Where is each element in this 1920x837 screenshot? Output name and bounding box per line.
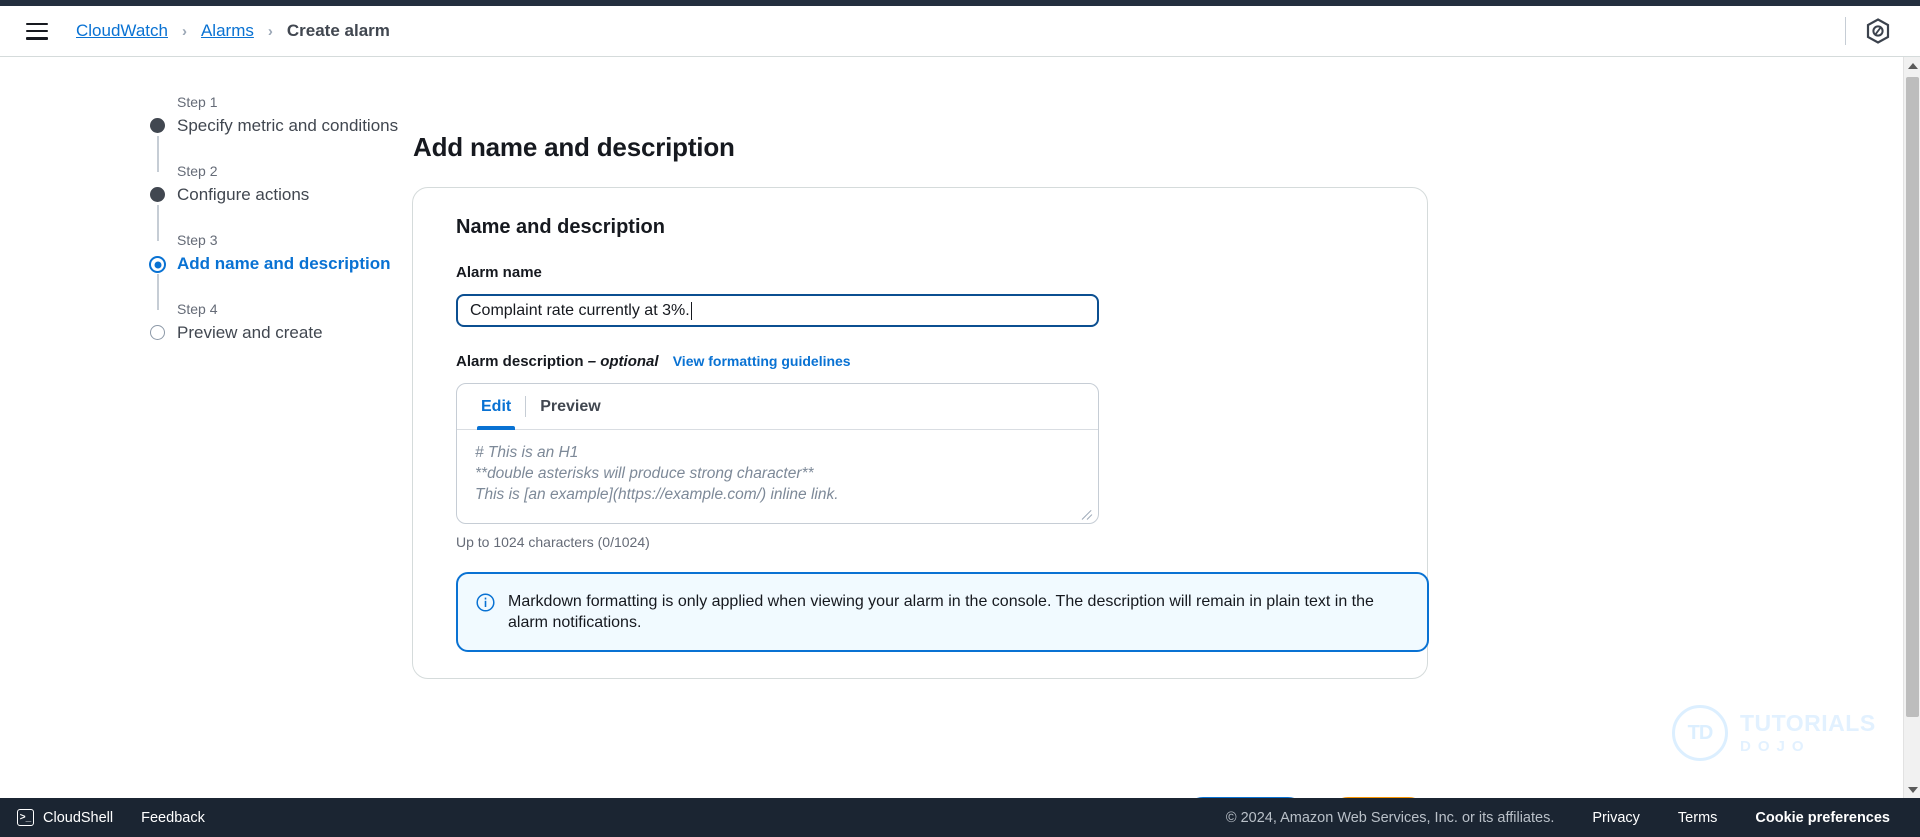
scrollbar-thumb[interactable]: [1906, 77, 1919, 717]
alarm-name-input[interactable]: Complaint rate currently at 3%.: [456, 294, 1099, 327]
step-3-label[interactable]: Add name and description: [177, 251, 410, 276]
vertical-scrollbar[interactable]: [1903, 57, 1920, 798]
alarm-name-field-block: Alarm name Complaint rate currently at 3…: [456, 263, 1405, 327]
character-counter: Up to 1024 characters (0/1024): [456, 534, 650, 550]
text-caret: [690, 301, 693, 320]
aws-console-page: CloudWatch › Alarms › Create alarm Step …: [0, 0, 1920, 837]
step-navigation: Step 1 Specify metric and conditions Ste…: [149, 92, 410, 345]
markdown-editor: Edit Preview # This is an H1 **double as…: [456, 383, 1099, 524]
chevron-right-icon: ›: [181, 22, 187, 40]
step-1-number: Step 1: [177, 94, 218, 110]
name-and-description-card: Name and description Alarm name Complain…: [412, 187, 1429, 679]
header-divider: [1845, 17, 1846, 45]
info-circle-icon: [476, 593, 495, 633]
sidebar-step-2[interactable]: Step 2 Configure actions: [150, 161, 410, 241]
alarm-name-label: Alarm name: [456, 264, 542, 281]
breadcrumb-item-alarms[interactable]: Alarms: [201, 21, 254, 41]
sidebar-step-1[interactable]: Step 1 Specify metric and conditions: [150, 92, 410, 172]
watermark-text: TUTORIALS DOJO: [1740, 709, 1876, 757]
optional-indicator: – optional: [587, 353, 659, 370]
textarea-resize-handle[interactable]: [1082, 508, 1094, 520]
view-formatting-guidelines-link[interactable]: View formatting guidelines: [673, 353, 851, 369]
alarm-description-textarea[interactable]: # This is an H1 **double asterisks will …: [457, 430, 1098, 523]
sidebar-step-3[interactable]: Step 3 Add name and description: [149, 230, 410, 310]
step-4-label[interactable]: Preview and create: [177, 320, 410, 345]
terms-link[interactable]: Terms: [1678, 810, 1717, 826]
alarm-description-field-block: Alarm description – optional View format…: [456, 351, 1405, 524]
tab-preview[interactable]: Preview: [526, 384, 614, 429]
main-content: Step 1 Specify metric and conditions Ste…: [0, 57, 1903, 798]
privacy-link[interactable]: Privacy: [1592, 810, 1640, 826]
feedback-label: Feedback: [141, 809, 205, 826]
placeholder-line-2: **double asterisks will produce strong c…: [475, 465, 814, 482]
markdown-info-alert: Markdown formatting is only applied when…: [456, 572, 1429, 652]
aws-console-hexagon-icon[interactable]: [1866, 18, 1890, 44]
breadcrumb-item-create-alarm: Create alarm: [286, 21, 390, 40]
bottom-bar-right-group: © 2024, Amazon Web Services, Inc. or its…: [1226, 810, 1890, 826]
chevron-right-icon: ›: [267, 22, 273, 40]
step-2-number: Step 2: [177, 163, 218, 179]
watermark-line-2: DOJO: [1740, 738, 1811, 755]
scroll-up-arrow-icon[interactable]: [1904, 57, 1920, 74]
feedback-button[interactable]: Feedback: [141, 810, 205, 826]
step-marker-complete: [150, 118, 165, 133]
tab-edit[interactable]: Edit: [467, 384, 525, 430]
placeholder-line-3: This is [an example](https://example.com…: [475, 486, 839, 503]
alarm-description-label: Alarm description – optional View format…: [456, 351, 1405, 372]
hamburger-menu-icon[interactable]: [26, 22, 48, 40]
step-1-label[interactable]: Specify metric and conditions: [177, 113, 410, 138]
editor-tab-bar: Edit Preview: [457, 384, 1098, 430]
watermark-line-1: TUTORIALS: [1740, 710, 1876, 737]
step-marker-complete: [150, 187, 165, 202]
cloudshell-button[interactable]: >_ CloudShell: [17, 809, 113, 826]
breadcrumb: CloudWatch › Alarms › Create alarm: [76, 21, 390, 41]
step-marker-active: [149, 256, 166, 273]
sidebar-step-4[interactable]: Step 4 Preview and create: [150, 299, 410, 345]
step-3-number: Step 3: [177, 232, 218, 248]
page-title: Add name and description: [413, 132, 735, 162]
alarm-name-value: Complaint rate currently at 3%.: [470, 301, 690, 319]
step-2-label[interactable]: Configure actions: [177, 182, 410, 207]
header-right-group: [1845, 6, 1920, 56]
step-marker-upcoming: [150, 325, 165, 340]
tutorials-dojo-watermark: TD TUTORIALS DOJO: [1672, 705, 1876, 761]
cookie-preferences-link[interactable]: Cookie preferences: [1755, 810, 1890, 826]
breadcrumb-item-cloudwatch[interactable]: CloudWatch: [76, 21, 168, 41]
terminal-icon: >_: [17, 809, 34, 826]
page-header: CloudWatch › Alarms › Create alarm: [0, 6, 1920, 57]
card-title: Name and description: [456, 216, 665, 238]
alarm-description-label-text: Alarm description: [456, 353, 584, 370]
markdown-info-alert-text: Markdown formatting is only applied when…: [508, 593, 1374, 631]
placeholder-line-1: # This is an H1: [475, 444, 579, 461]
copyright-text: © 2024, Amazon Web Services, Inc. or its…: [1225, 809, 1555, 826]
bottom-bar-left-group: >_ CloudShell Feedback: [17, 809, 205, 826]
watermark-badge: TD: [1672, 705, 1728, 761]
cloudshell-label: CloudShell: [43, 809, 114, 826]
scroll-down-arrow-icon[interactable]: [1904, 781, 1920, 798]
step-4-number: Step 4: [177, 301, 218, 317]
bottom-status-bar: >_ CloudShell Feedback © 2024, Amazon We…: [0, 798, 1920, 837]
